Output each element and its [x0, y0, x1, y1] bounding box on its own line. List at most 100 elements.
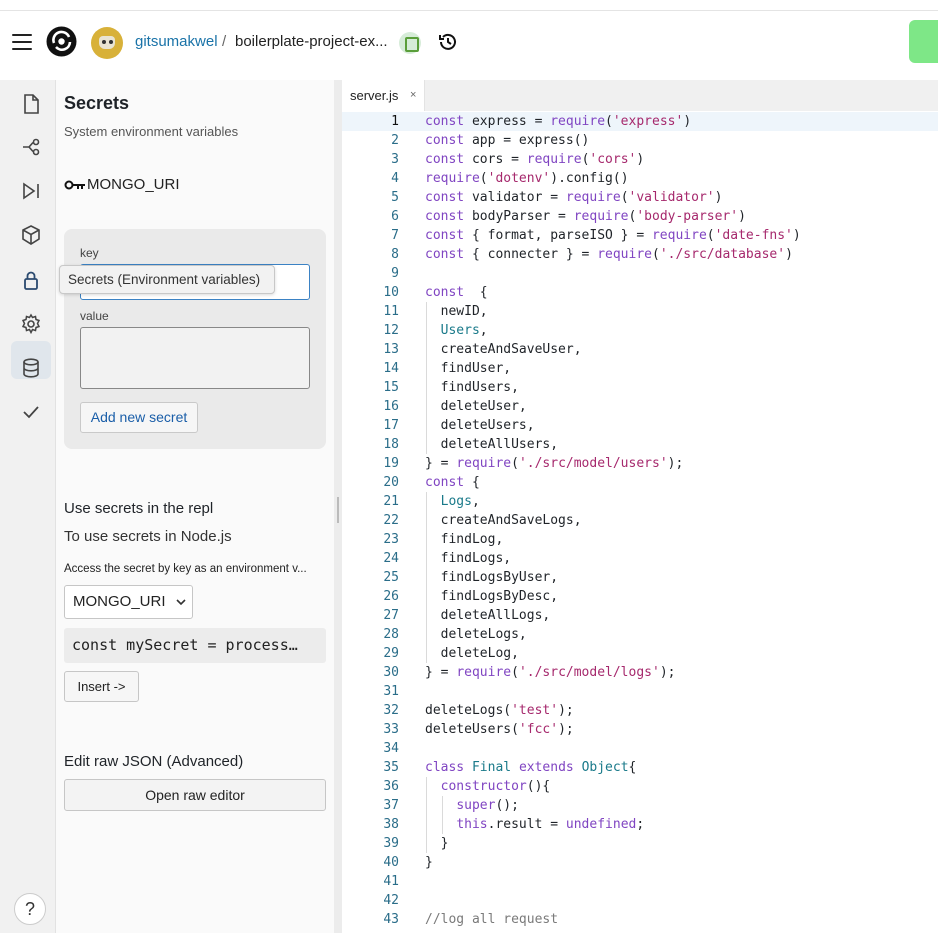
- code-line[interactable]: 2 const app = express(): [342, 131, 938, 150]
- line-number: 40: [383, 855, 399, 870]
- code-line[interactable]: 40}: [342, 853, 938, 872]
- code-line[interactable]: 41: [342, 872, 938, 891]
- code-line[interactable]: 34: [342, 739, 938, 758]
- line-number: 30: [383, 665, 399, 680]
- code-text: findLog,: [425, 532, 504, 547]
- code-editor[interactable]: server.js × 1 const express = require('ex…: [342, 80, 938, 933]
- code-snippet[interactable]: const mySecret = process…: [64, 628, 326, 663]
- code-line[interactable]: 11 newID,: [342, 302, 938, 321]
- code-line[interactable]: 37 super();: [342, 796, 938, 815]
- packages-icon[interactable]: [20, 224, 42, 246]
- code-line[interactable]: 18 deleteAllUsers,: [342, 435, 938, 454]
- line-number: 32: [383, 703, 399, 718]
- code-text: findUser,: [425, 361, 512, 376]
- code-text: Logs,: [440, 494, 480, 509]
- value-textarea[interactable]: [80, 327, 310, 389]
- code-line[interactable]: 24 findLogs,: [342, 549, 938, 568]
- code-text: const cors = require('cors'): [425, 152, 645, 167]
- open-raw-editor-button[interactable]: Open raw editor: [64, 779, 326, 811]
- tab-bar: server.js ×: [342, 80, 938, 111]
- code-line[interactable]: 6 const bodyParser = require('body-parser…: [342, 207, 938, 226]
- history-icon[interactable]: [437, 31, 459, 53]
- line-number: 43: [383, 912, 399, 927]
- code-line[interactable]: 31: [342, 682, 938, 701]
- code-line[interactable]: 15 findUsers,: [342, 378, 938, 397]
- top-border: [0, 0, 938, 11]
- code-area[interactable]: 1 const express = require('express') 2 cons…: [342, 112, 938, 929]
- code-line[interactable]: 16 deleteUser,: [342, 397, 938, 416]
- line-number: 28: [383, 627, 399, 642]
- code-line[interactable]: 19} = require('./src/model/users');: [342, 454, 938, 473]
- secret-item[interactable]: MONGO_URI: [64, 176, 180, 193]
- database-icon[interactable]: [20, 357, 42, 379]
- code-line[interactable]: 43 //log all request: [342, 910, 938, 929]
- splitter-grip[interactable]: [337, 497, 339, 523]
- code-line[interactable]: 29 deleteLog,: [342, 644, 938, 663]
- code-line[interactable]: 1 const express = require('express'): [342, 112, 938, 131]
- code-line[interactable]: 32 deleteLogs('test');: [342, 701, 938, 720]
- code-line[interactable]: 4 require('dotenv').config(): [342, 169, 938, 188]
- code-line[interactable]: 30} = require('./src/model/logs');: [342, 663, 938, 682]
- git-icon[interactable]: [20, 137, 42, 159]
- code-line[interactable]: 9: [342, 264, 938, 283]
- line-number: 38: [383, 817, 399, 832]
- line-number: 2: [391, 133, 399, 148]
- line-number: 14: [383, 361, 399, 376]
- code-line[interactable]: 38 this.result = undefined;: [342, 815, 938, 834]
- code-line[interactable]: 39 }: [342, 834, 938, 853]
- header: gitsumakwel / boilerplate-project-ex...: [0, 12, 938, 80]
- help-button[interactable]: ?: [14, 893, 46, 925]
- line-number: 6: [391, 209, 399, 224]
- line-number: 21: [383, 494, 399, 509]
- code-line[interactable]: 20 const {: [342, 473, 938, 492]
- code-text: const validator = require('validator'): [425, 190, 723, 205]
- add-secret-button[interactable]: Add new secret: [80, 402, 198, 433]
- files-icon[interactable]: [20, 93, 42, 115]
- code-line[interactable]: 13 createAndSaveUser,: [342, 340, 938, 359]
- run-button[interactable]: [909, 20, 938, 63]
- code-text: deleteUser,: [425, 399, 527, 414]
- code-line[interactable]: 14 findUser,: [342, 359, 938, 378]
- line-number: 36: [383, 779, 399, 794]
- settings-icon[interactable]: [20, 313, 42, 335]
- debugger-icon[interactable]: [20, 180, 42, 202]
- line-number: 10: [383, 285, 399, 300]
- breadcrumb-user[interactable]: gitsumakwel: [135, 33, 218, 50]
- secret-select[interactable]: MONGO_URI: [64, 585, 193, 619]
- nodejs-icon: [399, 32, 421, 54]
- check-icon[interactable]: [20, 401, 42, 423]
- line-number: 31: [383, 684, 399, 699]
- avatar[interactable]: [91, 27, 123, 59]
- line-number: 19: [383, 456, 399, 471]
- code-line[interactable]: 23 findLog,: [342, 530, 938, 549]
- replit-logo-icon[interactable]: [45, 25, 78, 58]
- lock-icon[interactable]: [20, 269, 42, 291]
- code-line[interactable]: 10 const {: [342, 283, 938, 302]
- code-line[interactable]: 5 const validator = require('validator'): [342, 188, 938, 207]
- code-line[interactable]: 26 findLogsByDesc,: [342, 587, 938, 606]
- code-text: }: [425, 836, 449, 851]
- code-line[interactable]: 28 deleteLogs,: [342, 625, 938, 644]
- code-text: createAndSaveUser,: [425, 342, 582, 357]
- code-line[interactable]: 12 Users,: [342, 321, 938, 340]
- code-line[interactable]: 7 const { format, parseISO } = require('d…: [342, 226, 938, 245]
- code-line[interactable]: 25 findLogsByUser,: [342, 568, 938, 587]
- code-line[interactable]: 3 const cors = require('cors'): [342, 150, 938, 169]
- menu-icon[interactable]: [12, 34, 32, 50]
- close-icon[interactable]: ×: [410, 80, 416, 111]
- code-line[interactable]: 21 Logs,: [342, 492, 938, 511]
- code-line[interactable]: 8 const { connecter } = require('./src/da…: [342, 245, 938, 264]
- code-line[interactable]: 17 deleteUsers,: [342, 416, 938, 435]
- code-line[interactable]: 22 createAndSaveLogs,: [342, 511, 938, 530]
- code-line[interactable]: 33 deleteUsers('fcc');: [342, 720, 938, 739]
- code-text: deleteLogs,: [425, 627, 527, 642]
- breadcrumb-repo[interactable]: boilerplate-project-ex...: [235, 33, 388, 50]
- line-number: 9: [391, 266, 399, 281]
- line-number: 1: [391, 114, 399, 129]
- code-line[interactable]: 42: [342, 891, 938, 910]
- code-line[interactable]: 35 class Final extends Object{: [342, 758, 938, 777]
- tab-server-js[interactable]: server.js ×: [342, 80, 425, 111]
- code-line[interactable]: 27 deleteAllLogs,: [342, 606, 938, 625]
- insert-button[interactable]: Insert ->: [64, 671, 139, 702]
- code-line[interactable]: 36 constructor(){: [342, 777, 938, 796]
